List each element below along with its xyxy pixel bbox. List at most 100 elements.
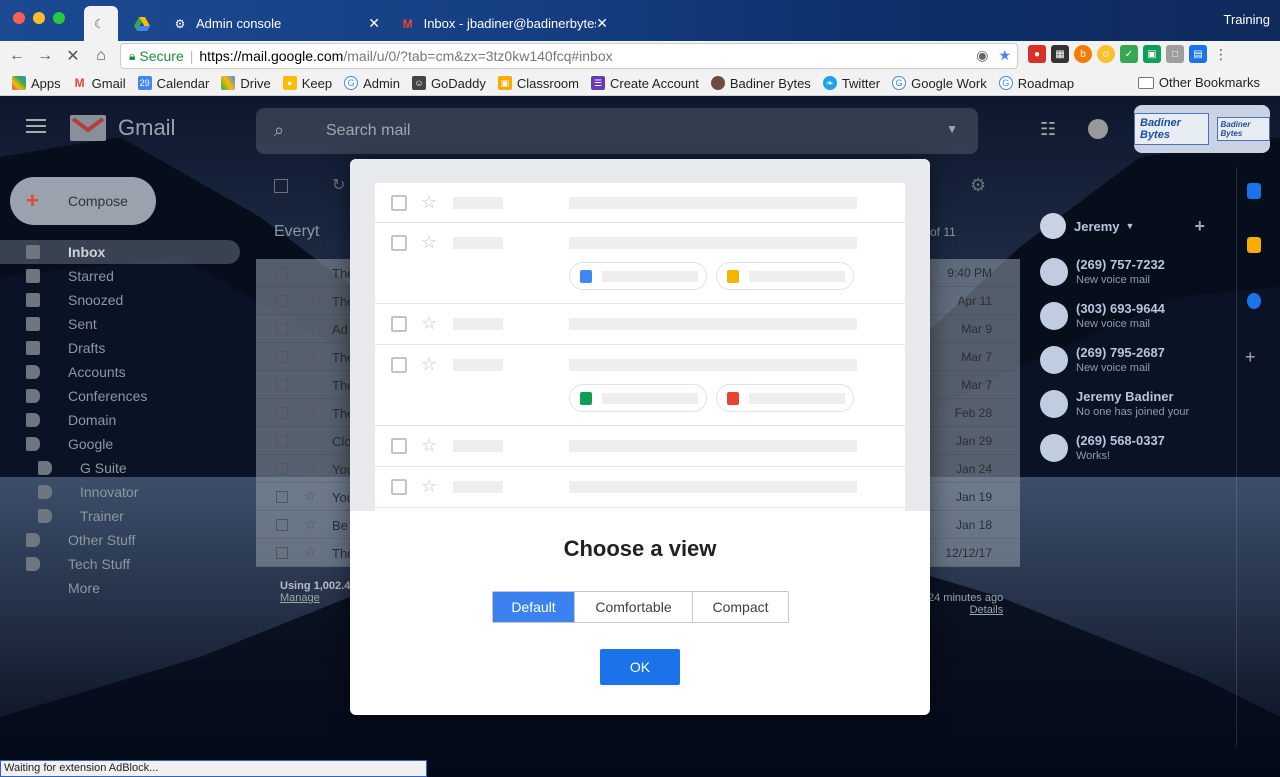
- search-icon[interactable]: ⌕: [274, 120, 284, 141]
- tab-loading[interactable]: ☾: [84, 6, 118, 41]
- sidebar-item-snoozed[interactable]: Snoozed: [0, 288, 240, 312]
- sidebar-item-conferences[interactable]: Conferences: [0, 384, 240, 408]
- settings-icon[interactable]: ⚙: [970, 175, 986, 196]
- search-mail-input[interactable]: ⌕ Search mail ▼: [256, 108, 978, 154]
- sidebar-item-tech-stuff[interactable]: Tech Stuff: [0, 552, 240, 576]
- qr-icon[interactable]: ▦: [1051, 45, 1069, 63]
- google-apps-icon[interactable]: ☷: [1040, 119, 1058, 139]
- view-option-default[interactable]: Default: [493, 592, 575, 622]
- star-icon[interactable]: ☆: [304, 292, 317, 309]
- star-icon[interactable]: ☆: [304, 376, 317, 393]
- star-icon[interactable]: ☆: [304, 460, 317, 477]
- account-brand[interactable]: Badiner Bytes Badiner Bytes: [1134, 105, 1270, 153]
- sidebar-item-g-suite[interactable]: G Suite: [0, 456, 240, 480]
- extension-icon[interactable]: ▤: [1189, 45, 1207, 63]
- list-item[interactable]: (269) 795-2687 New voice mail: [1040, 340, 1215, 383]
- tasks-icon[interactable]: [1247, 293, 1261, 309]
- row-checkbox[interactable]: [276, 323, 288, 335]
- notifications-icon[interactable]: [1088, 119, 1108, 139]
- bookmark-keep[interactable]: ● Keep: [282, 76, 332, 91]
- gmail-logo[interactable]: Gmail: [70, 115, 175, 141]
- extension-icon[interactable]: □: [1166, 45, 1184, 63]
- list-item[interactable]: (269) 568-0337 Works!: [1040, 428, 1215, 471]
- sidebar-item-innovator[interactable]: Innovator: [0, 480, 240, 504]
- close-window-button[interactable]: [13, 12, 25, 24]
- main-menu-icon[interactable]: [26, 119, 46, 133]
- add-icon[interactable]: +: [1245, 347, 1256, 368]
- star-icon[interactable]: ☆: [304, 348, 317, 365]
- bookmark-star-icon[interactable]: ★: [998, 47, 1011, 64]
- stop-icon[interactable]: ✕: [62, 45, 84, 67]
- profile-label[interactable]: Training: [1224, 12, 1270, 27]
- bookmark-roadmap[interactable]: G Roadmap: [998, 76, 1074, 91]
- sidebar-item-more[interactable]: More: [0, 576, 240, 600]
- bookmark-create-account[interactable]: ☰ Create Account: [590, 76, 699, 91]
- new-chat-icon[interactable]: +: [1194, 216, 1205, 237]
- classroom-icon[interactable]: ▣: [1143, 45, 1161, 63]
- star-icon[interactable]: ☆: [304, 404, 317, 421]
- details-link[interactable]: Details: [970, 604, 1004, 616]
- minimize-window-button[interactable]: [33, 12, 45, 24]
- extension-icon[interactable]: ✓: [1120, 45, 1138, 63]
- star-icon[interactable]: ☆: [304, 488, 317, 505]
- row-checkbox[interactable]: [276, 435, 288, 447]
- other-bookmarks[interactable]: Other Bookmarks: [1137, 75, 1260, 90]
- sidebar-item-accounts[interactable]: Accounts: [0, 360, 240, 384]
- row-checkbox[interactable]: [276, 407, 288, 419]
- address-bar[interactable]: 🔒︎ Secure | https://mail.google.com /mai…: [120, 43, 1018, 69]
- bookmark-google-work[interactable]: G Google Work: [892, 76, 987, 91]
- bookmark-gmail[interactable]: M Gmail: [73, 76, 126, 91]
- sidebar-item-starred[interactable]: Starred: [0, 264, 240, 288]
- tab-drive[interactable]: [124, 6, 160, 41]
- star-icon[interactable]: ☆: [304, 264, 317, 281]
- search-options-icon[interactable]: ▼: [946, 122, 958, 136]
- eye-icon[interactable]: ◉: [976, 47, 988, 64]
- bookmark-godaddy[interactable]: ☺ GoDaddy: [411, 76, 486, 91]
- back-icon[interactable]: ←: [6, 45, 28, 67]
- extension-icon[interactable]: b: [1074, 45, 1092, 63]
- sidebar-item-inbox[interactable]: Inbox: [0, 240, 240, 264]
- compose-button[interactable]: + Compose: [10, 177, 156, 225]
- tab-inbox[interactable]: M Inbox - jbadiner@badinerbytes ✕: [390, 6, 618, 41]
- sidebar-item-drafts[interactable]: Drafts: [0, 336, 240, 360]
- adblock-icon[interactable]: ●: [1028, 45, 1046, 63]
- bookmark-twitter[interactable]: ❧ Twitter: [822, 76, 880, 91]
- sidebar-item-google[interactable]: Google: [0, 432, 240, 456]
- row-checkbox[interactable]: [276, 379, 288, 391]
- ok-button[interactable]: OK: [600, 649, 680, 685]
- row-checkbox[interactable]: [276, 463, 288, 475]
- row-checkbox[interactable]: [276, 267, 288, 279]
- row-checkbox[interactable]: [276, 491, 288, 503]
- home-icon[interactable]: ⌂: [90, 45, 112, 67]
- star-icon[interactable]: ☆: [304, 516, 317, 533]
- close-tab-icon[interactable]: ✕: [596, 15, 608, 32]
- row-checkbox[interactable]: [276, 351, 288, 363]
- chat-user[interactable]: Jeremy ▼ +: [1040, 212, 1215, 240]
- bookmark-badiner-bytes[interactable]: Badiner Bytes: [710, 76, 811, 91]
- manage-link[interactable]: Manage: [280, 592, 320, 604]
- list-item[interactable]: Jeremy Badiner No one has joined your: [1040, 384, 1215, 427]
- bookmark-drive[interactable]: Drive: [221, 76, 271, 91]
- list-item[interactable]: (303) 693-9644 New voice mail: [1040, 296, 1215, 339]
- sidebar-item-sent[interactable]: Sent: [0, 312, 240, 336]
- star-icon[interactable]: ☆: [304, 320, 317, 337]
- sidebar-item-other-stuff[interactable]: Other Stuff: [0, 528, 240, 552]
- menu-icon[interactable]: ⋮: [1212, 45, 1230, 63]
- sidebar-item-trainer[interactable]: Trainer: [0, 504, 240, 528]
- keep-icon[interactable]: [1247, 237, 1261, 253]
- select-all-checkbox[interactable]: [274, 179, 288, 193]
- forward-icon[interactable]: →: [34, 45, 56, 67]
- view-option-comfortable[interactable]: Comfortable: [575, 592, 693, 622]
- bookmark-apps[interactable]: Apps: [12, 76, 61, 91]
- row-checkbox[interactable]: [276, 295, 288, 307]
- calendar-icon[interactable]: [1247, 183, 1261, 199]
- maximize-window-button[interactable]: [53, 12, 65, 24]
- refresh-icon[interactable]: ↻: [332, 175, 345, 195]
- tab-admin-console[interactable]: ⚙ Admin console ✕: [162, 6, 390, 41]
- star-icon[interactable]: ☆: [304, 432, 317, 449]
- view-option-compact[interactable]: Compact: [693, 592, 788, 622]
- emoji-icon[interactable]: ☺: [1097, 45, 1115, 63]
- bookmark-calendar[interactable]: 29 Calendar: [137, 76, 209, 91]
- row-checkbox[interactable]: [276, 547, 288, 559]
- bookmark-admin[interactable]: G Admin: [344, 76, 400, 91]
